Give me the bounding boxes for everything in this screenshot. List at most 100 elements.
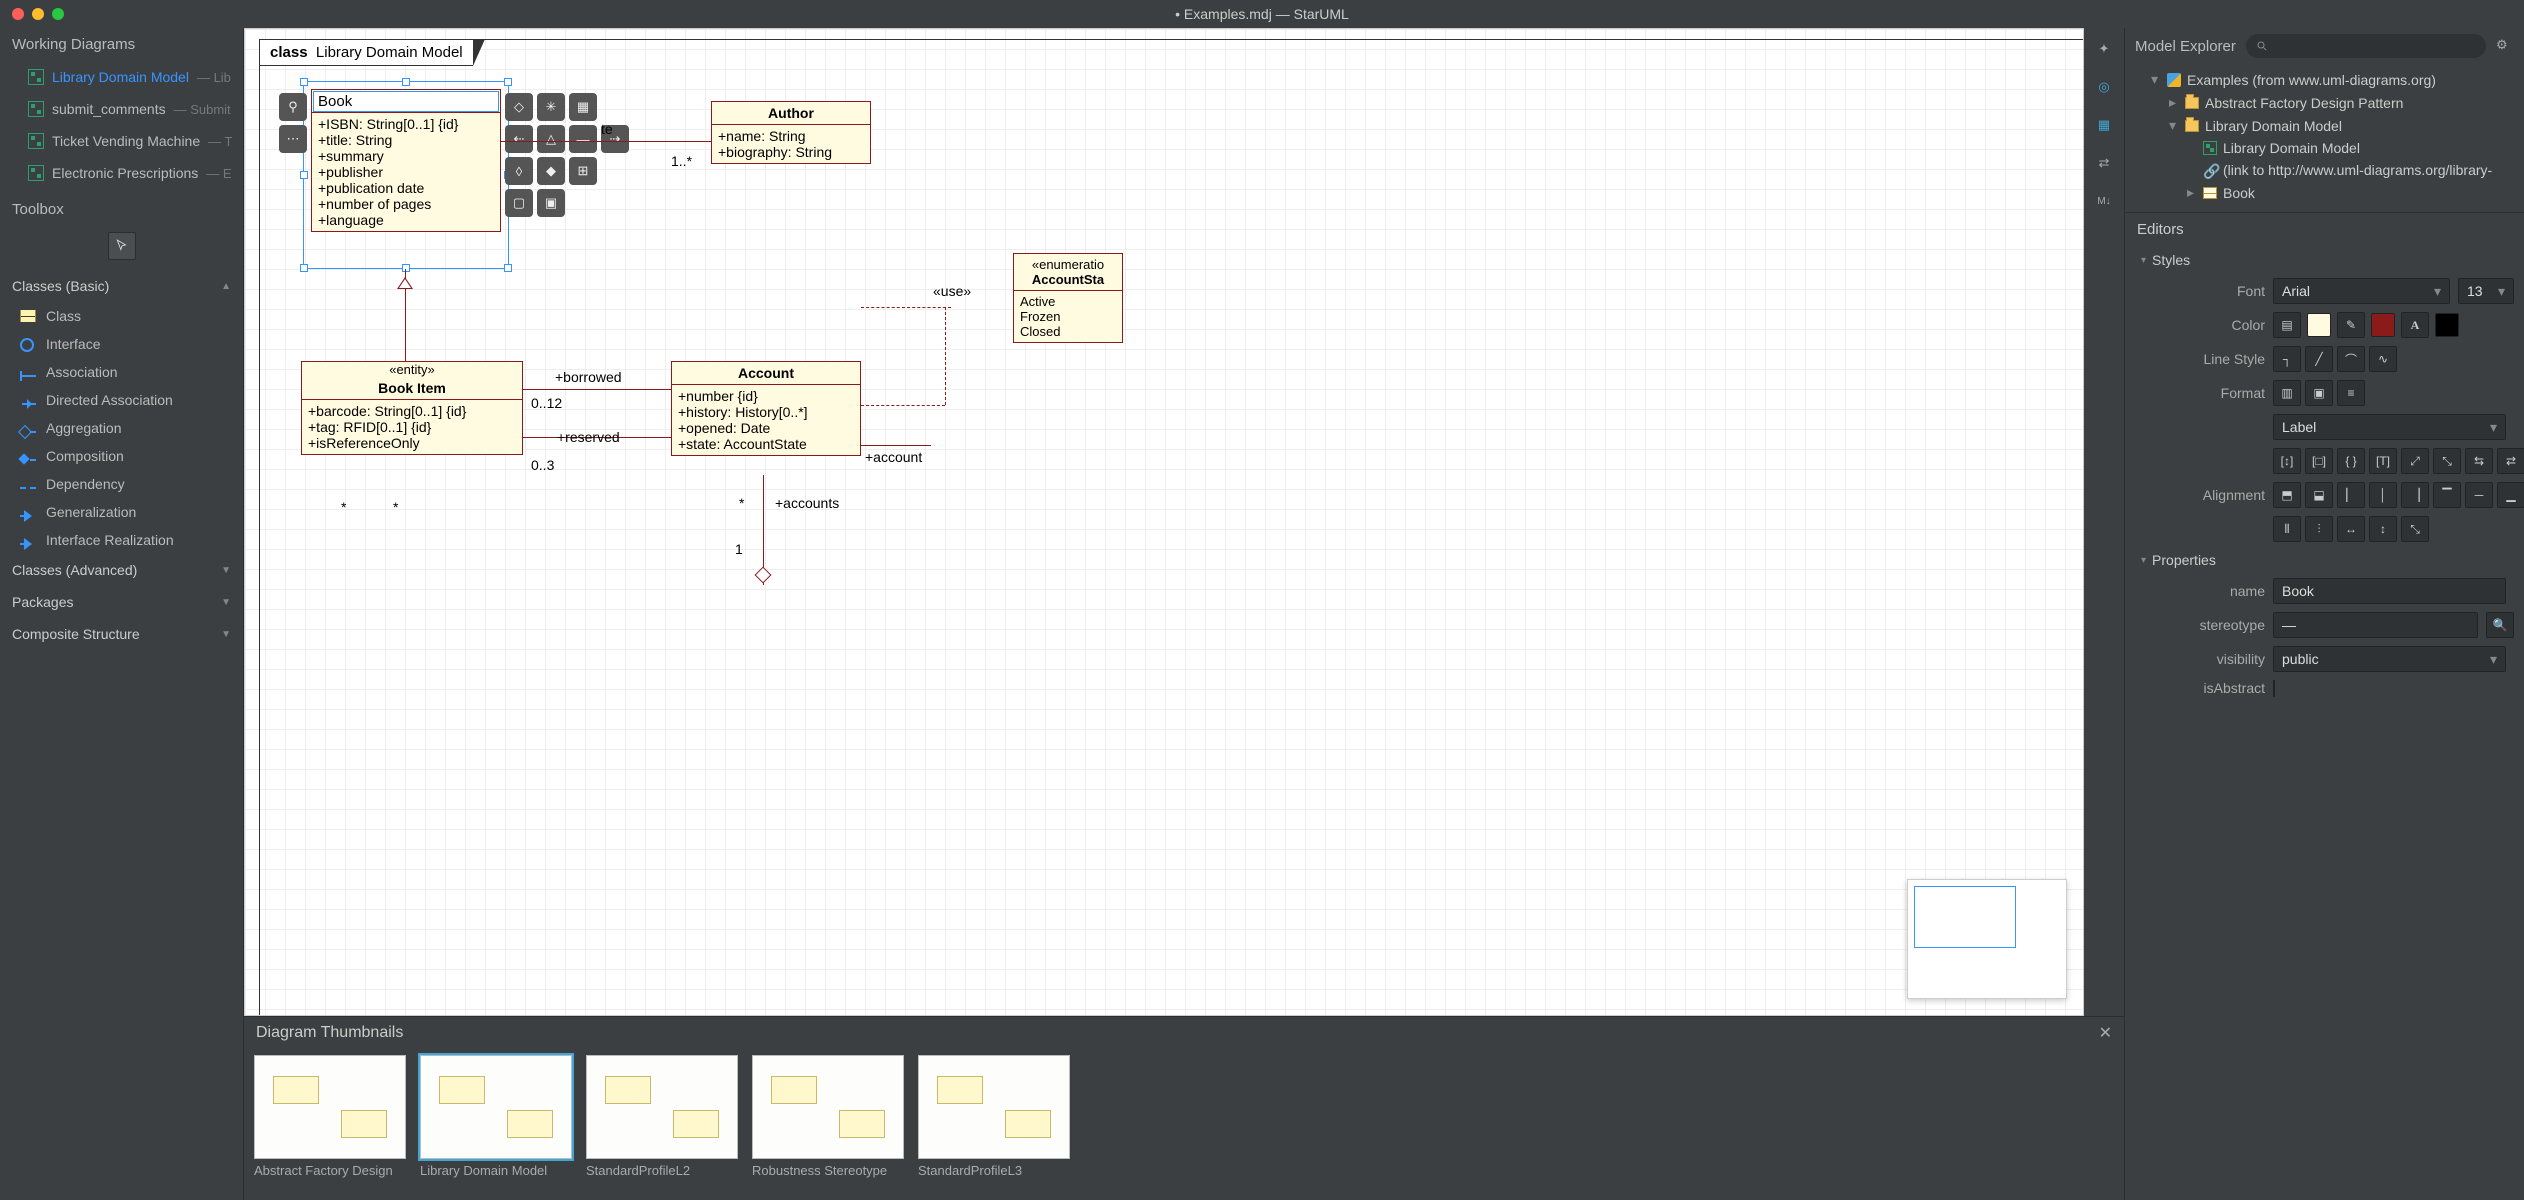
working-diagram-item[interactable]: Library Domain Model — Lib [0,61,243,93]
stereotype-browse-button[interactable]: 🔍 [2486,612,2514,638]
pointer-tool[interactable] [108,232,136,260]
tool-generalization[interactable]: Generalization [0,498,243,526]
maximize-window-button[interactable] [52,8,64,20]
format-decoration-button[interactable]: ≡ [2337,380,2365,406]
minimap[interactable] [1907,879,2067,999]
tool-group-classes-basic[interactable]: Classes (Basic)▲ [0,270,243,302]
font-size-select[interactable]: 13 [2458,278,2514,304]
markdown-icon[interactable]: M↓ [2093,190,2115,212]
styles-section-header[interactable]: ▾Styles [2125,246,2524,274]
match-width-button[interactable]: ↔ [2337,516,2365,542]
bring-front-button[interactable]: ⬒ [2273,482,2301,508]
tool-dependency[interactable]: Dependency [0,470,243,498]
model-explorer-search[interactable] [2246,34,2486,58]
tool-aggregation[interactable]: Aggregation [0,414,243,442]
align-bottom-button[interactable]: ▁ [2497,482,2524,508]
send-back-button[interactable]: ⬓ [2305,482,2333,508]
format-opt-2[interactable]: [□] [2305,448,2333,474]
tool-group-classes-advanced[interactable]: Classes (Advanced)▼ [0,554,243,586]
property-name-input[interactable]: Book [2273,578,2506,604]
dependency-line[interactable] [861,405,945,406]
format-opt-6[interactable]: ⤡ [2433,448,2461,474]
quick-generalization-button[interactable]: △ [537,125,565,153]
working-diagram-item[interactable]: Ticket Vending Machine — T [0,125,243,157]
format-opt-7[interactable]: ⇆ [2465,448,2493,474]
quick-port-button[interactable]: ▢ [505,189,533,217]
thumbnail-card[interactable]: Abstract Factory Design [254,1055,406,1178]
target-icon[interactable]: ◎ [2093,76,2115,98]
extensions-icon[interactable]: ✦ [2093,38,2115,60]
format-opt-1[interactable]: [↕] [2273,448,2301,474]
tool-composition[interactable]: Composition [0,442,243,470]
fill-color-swatch[interactable] [2307,313,2331,337]
quick-add-operation-button[interactable]: ▦ [569,93,597,121]
match-size-button[interactable]: ⤡ [2401,516,2429,542]
line-color-swatch[interactable] [2371,313,2395,337]
property-isabstract-checkbox[interactable] [2273,680,2275,697]
close-thumbnails-button[interactable]: ✕ [2099,1023,2112,1043]
working-diagram-item[interactable]: Electronic Prescriptions — E [0,157,243,189]
thumbnail-card[interactable]: Robustness Stereotype [752,1055,904,1178]
thumbnail-card[interactable]: StandardProfileL2 [586,1055,738,1178]
linestyle-oblique-button[interactable]: ╱ [2305,346,2333,372]
align-middle-button[interactable]: ─ [2465,482,2493,508]
format-opt-4[interactable]: [T] [2369,448,2397,474]
align-top-button[interactable]: ▔ [2433,482,2461,508]
uml-class-book-item[interactable]: «entity» Book Item +barcode: String[0..1… [301,361,523,455]
stereotype-display-select[interactable]: Label [2273,414,2506,440]
share-icon[interactable]: ⇄ [2093,152,2115,174]
association-line[interactable] [501,141,711,142]
uml-enumeration-accountstate[interactable]: «enumeratioAccountSta ActiveFrozenClosed [1013,253,1123,343]
quick-settings-button[interactable]: ✳ [537,93,565,121]
tree-item[interactable]: ▸Abstract Factory Design Pattern [2133,91,2516,114]
format-opt-3[interactable]: { } [2337,448,2365,474]
line-color-picker-button[interactable]: ✎ [2337,312,2365,338]
tree-item[interactable]: ▾Library Domain Model [2133,114,2516,137]
format-icon-button[interactable]: ▣ [2305,380,2333,406]
quick-dependency-button[interactable]: ⇠ [505,125,533,153]
association-line[interactable] [861,445,931,446]
tool-directed-association[interactable]: Directed Association [0,386,243,414]
format-compartment-button[interactable]: ▥ [2273,380,2301,406]
tool-association[interactable]: Association [0,358,243,386]
font-family-select[interactable]: Arial [2273,278,2450,304]
minimize-window-button[interactable] [32,8,44,20]
association-line[interactable] [523,389,671,390]
align-right-button[interactable]: ▕ [2401,482,2429,508]
linestyle-rounded-button[interactable]: ⌒ [2337,346,2365,372]
quick-visibility-button[interactable]: ⚲ [279,93,307,121]
linestyle-curve-button[interactable]: ∿ [2369,346,2397,372]
class-name-inline-editor[interactable]: Book [313,91,499,112]
diagram-canvas[interactable]: class Library Domain Model Book +ISBN: S… [244,28,2084,1016]
properties-section-header[interactable]: ▾Properties [2125,546,2524,574]
quick-nested-button[interactable]: ⊞ [569,157,597,185]
thumbnail-card[interactable]: Library Domain Model [420,1055,572,1178]
uml-class-author[interactable]: Author +name: String+biography: String [711,101,871,164]
tool-group-packages[interactable]: Packages▼ [0,586,243,618]
quick-part-button[interactable]: ▣ [537,189,565,217]
tool-class[interactable]: Class [0,302,243,330]
quick-aggregation-button[interactable]: ◊ [505,157,533,185]
tree-item[interactable]: Library Domain Model [2133,137,2516,159]
format-opt-5[interactable]: ⤢ [2401,448,2429,474]
text-color-swatch[interactable] [2435,313,2459,337]
grid-view-icon[interactable]: ▦ [2093,114,2115,136]
close-window-button[interactable] [12,8,24,20]
distribute-h-button[interactable]: ⫴ [2273,516,2301,542]
uml-class-account[interactable]: Account +number {id}+history: History[0.… [671,361,861,456]
quick-more-button[interactable]: ⋯ [279,125,307,153]
property-visibility-select[interactable]: public [2273,646,2506,672]
tree-item[interactable]: ▾Examples (from www.uml-diagrams.org) [2133,68,2516,91]
align-left-button[interactable]: ▏ [2337,482,2365,508]
thumbnail-card[interactable]: StandardProfileL3 [918,1055,1070,1178]
settings-icon[interactable]: ⚙ [2496,37,2514,55]
dependency-line[interactable] [861,307,951,308]
tree-item[interactable]: ▸Book [2133,181,2516,204]
quick-composition-button[interactable]: ◆ [537,157,565,185]
property-stereotype-input[interactable]: — [2273,612,2478,638]
tool-interface[interactable]: Interface [0,330,243,358]
format-opt-8[interactable]: ⇄ [2497,448,2524,474]
fill-color-picker-button[interactable]: ▤ [2273,312,2301,338]
quick-add-attribute-button[interactable]: ◇ [505,93,533,121]
working-diagram-item[interactable]: submit_comments — Submit [0,93,243,125]
